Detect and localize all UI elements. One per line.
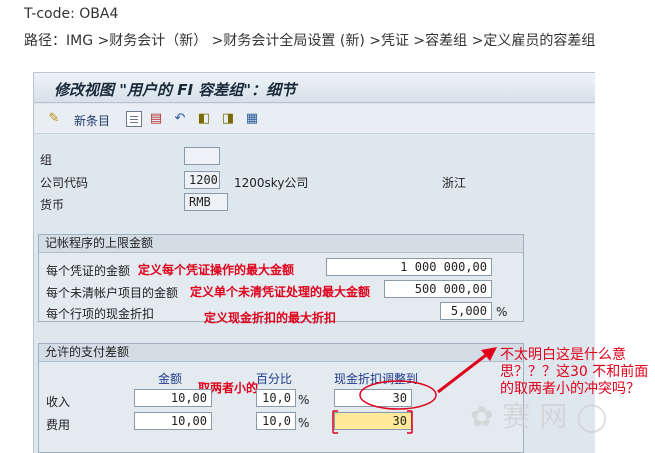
- cash-discount-per-item-label: 每个行项的现金折扣: [46, 307, 155, 321]
- revenue-amount-field[interactable]: 10,00: [134, 389, 212, 407]
- select-all-icon[interactable]: ▦: [244, 111, 260, 127]
- window-title: 修改视图 "用户的 FI 容差组"：细节: [54, 81, 297, 99]
- group-label: 组: [40, 153, 53, 167]
- application-toolbar: ✎ 新条目 ▤ ↶ ◧ ◨ ▦: [34, 104, 595, 134]
- posting-limits-title: 记帐程序的上限金额: [39, 235, 523, 253]
- limit-per-document-label: 每个凭证的金额: [46, 264, 131, 278]
- percent-column-header: 百分比: [256, 372, 293, 386]
- limit-per-document-field[interactable]: 1 000 000,00: [326, 258, 492, 276]
- delete-icon[interactable]: ▤: [148, 111, 164, 127]
- revenue-percent-unit: %: [298, 393, 310, 407]
- expense-percent-unit: %: [298, 416, 310, 430]
- cash-discount-per-item-annotation: 定义现金折扣的最大折扣: [204, 311, 337, 325]
- previous-entry-icon[interactable]: ◧: [196, 111, 212, 127]
- expense-amount-field[interactable]: 10,00: [134, 412, 212, 430]
- expense-cash-discount-field[interactable]: 30: [334, 412, 412, 430]
- cash-discount-unit: %: [496, 305, 508, 319]
- city-text: 浙江: [442, 176, 467, 190]
- cash-discount-adjust-header: 现金折扣调整到: [334, 372, 419, 386]
- limit-per-document-annotation: 定义每个凭证操作的最大金额: [138, 263, 295, 277]
- expense-label: 费用: [46, 418, 71, 432]
- watermark-logo: ✿ 赛 网 ◯: [470, 400, 608, 433]
- window-titlebar: 修改视图 "用户的 FI 容差组"：细节: [34, 73, 595, 103]
- currency-field[interactable]: RMB: [184, 193, 228, 211]
- pencil-glasses-icon[interactable]: ✎: [46, 111, 62, 127]
- company-code-field[interactable]: 1200: [184, 171, 220, 189]
- copy-icon[interactable]: [126, 111, 142, 127]
- menu-path-text: 路径：IMG >财务会计（新） >财务会计全局设置 (新) >凭证 >容差组 >…: [24, 33, 596, 49]
- expense-percent-field[interactable]: 10,0: [256, 412, 296, 430]
- revenue-percent-field[interactable]: 10,0: [256, 389, 296, 407]
- question-annotation: 不太明白这是什么意思？？？这30 不和前面的取两者小的冲突吗？: [500, 347, 649, 397]
- company-code-label: 公司代码: [40, 176, 89, 190]
- limit-per-open-item-annotation: 定义单个未清凭证处理的最大金额: [190, 285, 371, 299]
- undo-icon[interactable]: ↶: [172, 111, 188, 127]
- group-field[interactable]: [184, 147, 220, 165]
- revenue-cash-discount-field[interactable]: 30: [334, 389, 412, 407]
- limit-per-open-item-label: 每个未清帐户项目的金额: [46, 286, 179, 300]
- company-name-text: 1200sky公司: [234, 176, 309, 190]
- amount-column-header: 金额: [158, 372, 183, 386]
- next-entry-icon[interactable]: ◨: [220, 111, 236, 127]
- revenue-label: 收入: [46, 395, 71, 409]
- limit-per-open-item-field[interactable]: 500 000,00: [384, 280, 492, 298]
- tcode-text: T-code: OBA4: [24, 6, 119, 22]
- new-entries-button[interactable]: 新条目: [74, 112, 110, 129]
- cash-discount-per-item-field[interactable]: 5,000: [440, 302, 492, 320]
- currency-label: 货币: [40, 198, 65, 212]
- payment-difference-title: 允许的支付差额: [39, 344, 523, 362]
